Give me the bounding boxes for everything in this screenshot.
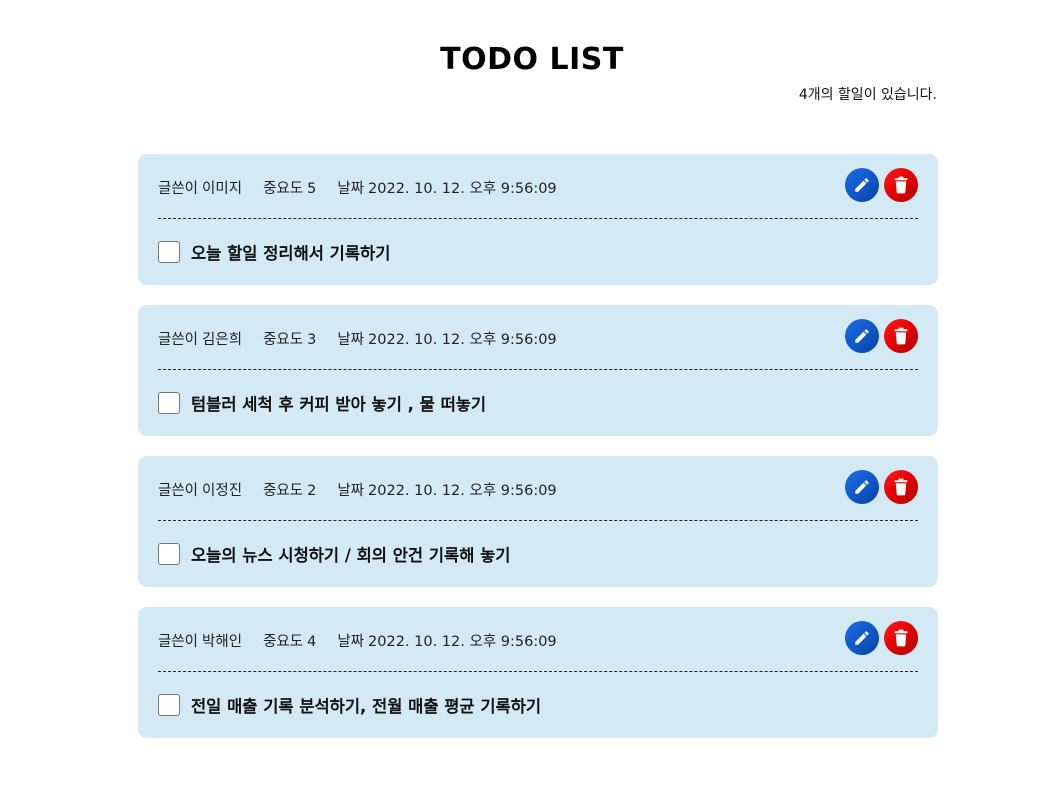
page-title: TODO LIST: [440, 42, 624, 77]
edit-button[interactable]: [845, 319, 879, 353]
date-field: 날짜 2022. 10. 12. 오후 9:56:09: [337, 328, 556, 349]
priority-value: 5: [307, 180, 317, 197]
date-label: 날짜: [337, 633, 365, 650]
author-label: 글쓴이: [158, 482, 199, 499]
delete-button[interactable]: [884, 319, 918, 353]
author-label: 글쓴이: [158, 331, 199, 348]
todo-checkbox[interactable]: [158, 694, 180, 716]
author-field: 글쓴이 박해인: [158, 630, 242, 651]
card-actions: [845, 470, 918, 504]
priority-label: 중요도: [263, 331, 304, 348]
card-divider: [158, 520, 918, 521]
todo-list: 글쓴이 이미지 중요도 5 날짜 2022. 10. 12. 오후 9:56:09 오…: [138, 154, 938, 758]
date-field: 날짜 2022. 10. 12. 오후 9:56:09: [337, 177, 556, 198]
date-label: 날짜: [337, 482, 365, 499]
date-field: 날짜 2022. 10. 12. 오후 9:56:09: [337, 630, 556, 651]
priority-label: 중요도: [263, 633, 304, 650]
date-label: 날짜: [337, 331, 365, 348]
todo-text: 오늘의 뉴스 시청하기 / 회의 안건 기록해 놓기: [191, 546, 511, 565]
pencil-icon: [855, 329, 869, 343]
todo-text: 텀블러 세척 후 커피 받아 놓기 , 물 떠놓기: [191, 395, 487, 414]
card-divider: [158, 671, 918, 672]
todo-text: 오늘 할일 정리해서 기록하기: [191, 244, 391, 263]
edit-button[interactable]: [845, 168, 879, 202]
card-actions: [845, 168, 918, 202]
card-meta: 글쓴이 김은희 중요도 3 날짜 2022. 10. 12. 오후 9:56:09: [158, 328, 578, 348]
priority-label: 중요도: [263, 482, 304, 499]
author-label: 글쓴이: [158, 633, 199, 650]
delete-button[interactable]: [884, 621, 918, 655]
author-field: 글쓴이 김은희: [158, 328, 242, 349]
todo-count: 4개의 할일이 있습니다.: [798, 87, 937, 103]
author-value: 이정진: [202, 482, 243, 499]
priority-value: 3: [307, 331, 317, 348]
priority-label: 중요도: [263, 180, 304, 197]
date-value: 2022. 10. 12. 오후 9:56:09: [368, 331, 557, 348]
delete-button[interactable]: [884, 168, 918, 202]
todo-checkbox[interactable]: [158, 543, 180, 565]
card-meta: 글쓴이 이미지 중요도 5 날짜 2022. 10. 12. 오후 9:56:09: [158, 177, 578, 197]
author-field: 글쓴이 이정진: [158, 479, 242, 500]
todo-card: 글쓴이 김은희 중요도 3 날짜 2022. 10. 12. 오후 9:56:09 텀…: [138, 305, 938, 436]
trash-icon: [894, 478, 908, 496]
card-divider: [158, 369, 918, 370]
trash-icon: [894, 176, 908, 194]
priority-field: 중요도 3: [263, 328, 316, 349]
todo-checkbox[interactable]: [158, 392, 180, 414]
card-meta: 글쓴이 이정진 중요도 2 날짜 2022. 10. 12. 오후 9:56:09: [158, 479, 578, 499]
author-field: 글쓴이 이미지: [158, 177, 242, 198]
priority-value: 4: [307, 633, 317, 650]
date-value: 2022. 10. 12. 오후 9:56:09: [368, 180, 557, 197]
delete-button[interactable]: [884, 470, 918, 504]
author-value: 이미지: [202, 180, 243, 197]
pencil-icon: [855, 178, 869, 192]
date-value: 2022. 10. 12. 오후 9:56:09: [368, 482, 557, 499]
todo-card: 글쓴이 박해인 중요도 4 날짜 2022. 10. 12. 오후 9:56:09 전…: [138, 607, 938, 738]
card-body: 전일 매출 기록 분석하기, 전월 매출 평균 기록하기: [158, 694, 541, 716]
trash-icon: [894, 629, 908, 647]
todo-card: 글쓴이 이미지 중요도 5 날짜 2022. 10. 12. 오후 9:56:09 오…: [138, 154, 938, 285]
date-field: 날짜 2022. 10. 12. 오후 9:56:09: [337, 479, 556, 500]
author-value: 박해인: [202, 633, 243, 650]
author-value: 김은희: [202, 331, 243, 348]
pencil-icon: [855, 631, 869, 645]
card-body: 텀블러 세척 후 커피 받아 놓기 , 물 떠놓기: [158, 392, 486, 414]
priority-field: 중요도 2: [263, 479, 316, 500]
priority-field: 중요도 5: [263, 177, 316, 198]
card-body: 오늘 할일 정리해서 기록하기: [158, 241, 390, 263]
priority-value: 2: [307, 482, 317, 499]
edit-button[interactable]: [845, 621, 879, 655]
card-body: 오늘의 뉴스 시청하기 / 회의 안건 기록해 놓기: [158, 543, 510, 565]
edit-button[interactable]: [845, 470, 879, 504]
priority-field: 중요도 4: [263, 630, 316, 651]
todo-checkbox[interactable]: [158, 241, 180, 263]
card-actions: [845, 621, 918, 655]
todo-text: 전일 매출 기록 분석하기, 전월 매출 평균 기록하기: [191, 697, 542, 716]
todo-card: 글쓴이 이정진 중요도 2 날짜 2022. 10. 12. 오후 9:56:09 오…: [138, 456, 938, 587]
date-value: 2022. 10. 12. 오후 9:56:09: [368, 633, 557, 650]
card-meta: 글쓴이 박해인 중요도 4 날짜 2022. 10. 12. 오후 9:56:09: [158, 630, 578, 650]
author-label: 글쓴이: [158, 180, 199, 197]
trash-icon: [894, 327, 908, 345]
date-label: 날짜: [337, 180, 365, 197]
pencil-icon: [855, 480, 869, 494]
card-actions: [845, 319, 918, 353]
card-divider: [158, 218, 918, 219]
